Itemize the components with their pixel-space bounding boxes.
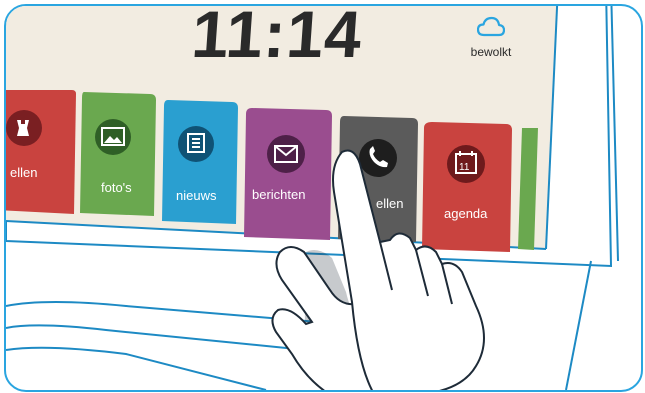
- tile-berichten[interactable]: berichten: [244, 108, 332, 240]
- calendar-date: 11: [459, 162, 470, 173]
- cloud-icon: [476, 16, 506, 37]
- photo-icon: [95, 119, 131, 155]
- tile-spellen[interactable]: ellen: [6, 90, 76, 214]
- tile-label-fotos: foto's: [101, 180, 132, 195]
- tile-label-nieuws: nieuws: [176, 188, 217, 203]
- weather-label: bewolkt: [470, 45, 512, 59]
- tile-fotos[interactable]: foto's: [80, 92, 156, 216]
- weather-widget[interactable]: bewolkt: [456, 16, 526, 59]
- tile-label-agenda: agenda: [444, 206, 488, 221]
- tile-agenda[interactable]: 11 agenda: [422, 122, 512, 252]
- tile-nieuws[interactable]: nieuws: [162, 100, 238, 224]
- tile-label-berichten: berichten: [252, 187, 305, 202]
- tile-label-spellen: ellen: [10, 165, 37, 180]
- clock-time: 11:14: [189, 4, 365, 71]
- tile-label-bellen: ellen: [376, 196, 403, 211]
- illustration-frame: ellen foto's nieuws berichten ellen 11 a…: [4, 4, 643, 392]
- phone-icon: [359, 139, 397, 177]
